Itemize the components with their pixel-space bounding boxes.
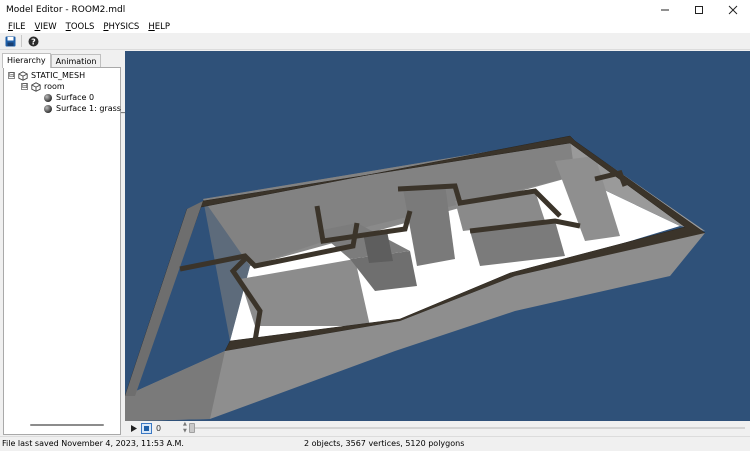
menu-view[interactable]: VIEW bbox=[31, 22, 62, 32]
menu-help[interactable]: HELP bbox=[144, 22, 175, 32]
timeline-slider[interactable] bbox=[195, 427, 745, 429]
status-stats: 2 objects, 3567 vertices, 5120 polygons bbox=[304, 439, 465, 448]
hierarchy-tree[interactable]: ⊟ STATIC_MESH ⊟ room Surface 0 Surface 1… bbox=[3, 67, 135, 435]
room-model-render bbox=[125, 135, 706, 421]
mesh-icon bbox=[18, 70, 28, 81]
material-sphere-icon bbox=[44, 104, 52, 113]
save-icon bbox=[5, 36, 15, 46]
tree-node-surface-0[interactable]: Surface 0 bbox=[44, 92, 94, 103]
tree-node-room[interactable]: ⊟ room bbox=[21, 81, 65, 92]
close-icon bbox=[728, 5, 738, 15]
play-icon bbox=[131, 424, 137, 432]
maximize-button[interactable] bbox=[682, 0, 716, 20]
tree-node-surface-1[interactable]: Surface 1: grass_pa bbox=[44, 103, 135, 114]
window-title: Model Editor - ROOM2.mdl bbox=[6, 5, 126, 15]
status-bar: File last saved November 4, 2023, 11:53 … bbox=[0, 436, 750, 451]
playback-bar: 0 ▲ ▼ bbox=[125, 421, 750, 435]
timeline-thumb[interactable] bbox=[189, 423, 195, 433]
maximize-icon bbox=[695, 6, 703, 14]
tree-node-static-mesh[interactable]: ⊟ STATIC_MESH bbox=[8, 70, 85, 81]
save-button[interactable] bbox=[3, 34, 17, 48]
stop-icon bbox=[144, 425, 149, 431]
minimize-button[interactable] bbox=[648, 0, 682, 20]
collapse-toggle[interactable]: ⊟ bbox=[8, 72, 15, 79]
stop-button[interactable] bbox=[141, 422, 152, 434]
tab-hierarchy[interactable]: Hierarchy bbox=[2, 53, 51, 68]
menu-bar: FILE VIEW TOOLS PHYSICS HELP bbox=[0, 20, 750, 33]
tree-label: Surface 0 bbox=[56, 93, 95, 102]
mesh-icon bbox=[31, 81, 41, 92]
menu-physics[interactable]: PHYSICS bbox=[99, 22, 144, 32]
tab-animation[interactable]: Animation bbox=[50, 54, 102, 67]
hierarchy-panel: Hierarchy Animation ⊟ STATIC_MESH ⊟ room… bbox=[0, 51, 135, 435]
frame-input[interactable]: 0 bbox=[154, 422, 180, 434]
toolbar: ? bbox=[0, 33, 750, 50]
tree-label: room bbox=[44, 82, 65, 91]
collapse-toggle[interactable]: ⊟ bbox=[21, 83, 28, 90]
svg-text:?: ? bbox=[31, 37, 36, 46]
menu-tools[interactable]: TOOLS bbox=[62, 22, 100, 32]
minimize-icon bbox=[661, 9, 669, 11]
title-bar: Model Editor - ROOM2.mdl bbox=[0, 0, 750, 20]
3d-viewport[interactable] bbox=[125, 51, 750, 421]
menu-file[interactable]: FILE bbox=[4, 22, 31, 32]
tree-label: Surface 1: grass_pa bbox=[56, 104, 135, 113]
play-button[interactable] bbox=[128, 423, 139, 434]
tree-label: STATIC_MESH bbox=[31, 71, 86, 80]
material-sphere-icon bbox=[44, 93, 52, 102]
help-icon: ? bbox=[28, 36, 38, 46]
close-button[interactable] bbox=[716, 0, 750, 20]
status-saved: File last saved November 4, 2023, 11:53 … bbox=[2, 439, 184, 448]
toolbar-separator bbox=[21, 35, 22, 47]
horizontal-scrollbar[interactable] bbox=[30, 424, 104, 426]
panel-tabs: Hierarchy Animation bbox=[2, 53, 102, 68]
help-button[interactable]: ? bbox=[26, 34, 40, 48]
